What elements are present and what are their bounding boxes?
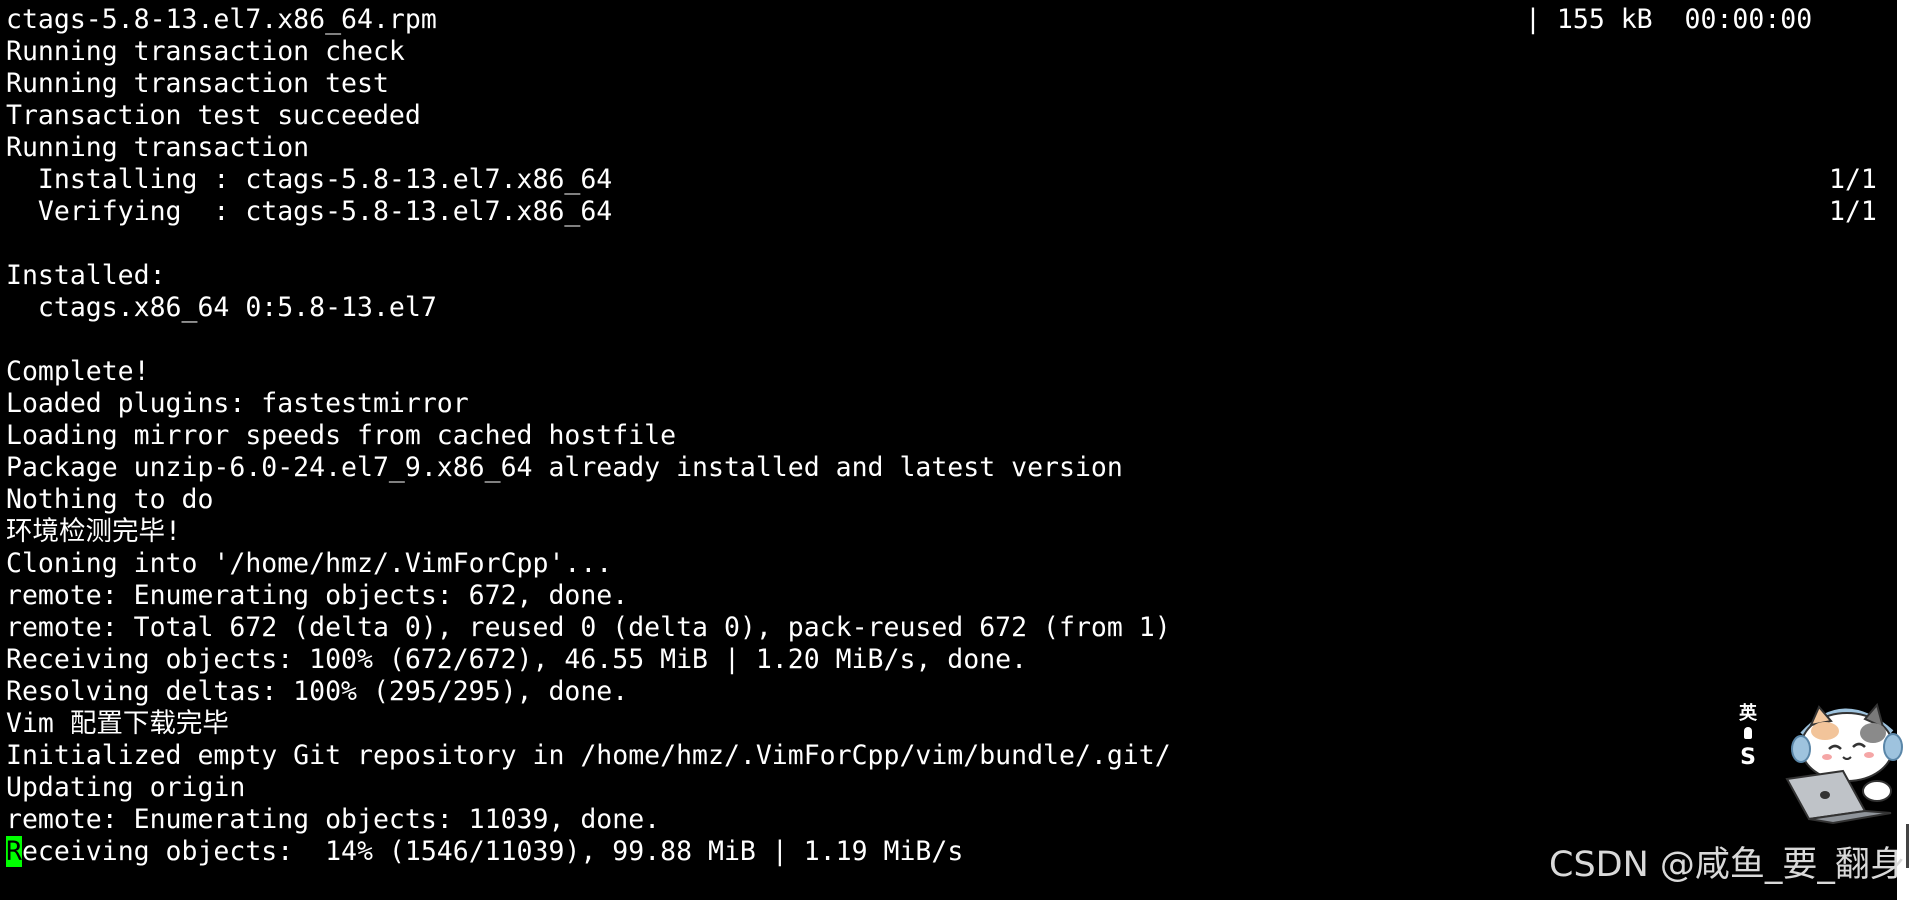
- terminal-line: remote: Enumerating objects: 672, done.: [6, 580, 629, 611]
- terminal-line: Vim 配置下载完毕: [6, 708, 229, 739]
- terminal-line: Complete!: [6, 356, 150, 387]
- terminal-line: Running transaction test: [6, 68, 389, 99]
- csdn-watermark: CSDN @咸鱼_要_翻身: [1549, 845, 1905, 885]
- terminal-line: Installing : ctags-5.8-13.el7.x86_64: [6, 164, 613, 195]
- terminal-current-line: Receiving objects: 14% (1546/11039), 99.…: [6, 836, 963, 868]
- terminal-line: Installed:: [6, 260, 166, 291]
- ime-mode-indicator[interactable]: S: [1733, 745, 1763, 771]
- terminal-line: Verifying : ctags-5.8-13.el7.x86_64: [6, 196, 613, 227]
- terminal-cursor: R: [6, 836, 22, 867]
- download-stats: | 155 kB 00:00:00: [1525, 4, 1813, 35]
- ime-language-indicator[interactable]: 英: [1733, 703, 1763, 725]
- terminal-window[interactable]: ctags-5.8-13.el7.x86_64.rpm | 155 kB 00:…: [0, 0, 1897, 900]
- receiving-progress-text: eceiving objects: 14% (1546/11039), 99.8…: [21, 836, 964, 867]
- terminal-line: Resolving deltas: 100% (295/295), done.: [6, 676, 629, 707]
- microphone-icon: [1744, 727, 1752, 739]
- terminal-line: 环境检测完毕!: [6, 516, 181, 547]
- terminal-line: Package unzip-6.0-24.el7_9.x86_64 alread…: [6, 452, 1123, 483]
- verifying-progress: 1/1: [1829, 196, 1877, 227]
- terminal-line: Initialized empty Git repository in /hom…: [6, 740, 1171, 771]
- terminal-line: remote: Total 672 (delta 0), reused 0 (d…: [6, 612, 1171, 643]
- terminal-line: Running transaction check: [6, 36, 405, 67]
- ime-status[interactable]: 英 S: [1733, 703, 1763, 771]
- terminal-line: Nothing to do: [6, 484, 214, 515]
- terminal-line: Updating origin: [6, 772, 246, 803]
- ime-toolbar[interactable]: 英 S: [1733, 695, 1911, 835]
- terminal-line: remote: Enumerating objects: 11039, done…: [6, 804, 661, 835]
- terminal-line: Transaction test succeeded: [6, 100, 421, 131]
- cat-with-laptop-icon: [1785, 702, 1903, 825]
- terminal-line: Running transaction: [6, 132, 310, 163]
- terminal-line: Loading mirror speeds from cached hostfi…: [6, 420, 677, 451]
- installing-progress: 1/1: [1829, 164, 1877, 195]
- terminal-line: Cloning into '/home/hmz/.VimForCpp'...: [6, 548, 613, 579]
- terminal-line: ctags-5.8-13.el7.x86_64.rpm: [6, 4, 437, 35]
- terminal-line: Receiving objects: 100% (672/672), 46.55…: [6, 644, 1028, 675]
- terminal-line: ctags.x86_64 0:5.8-13.el7: [6, 292, 437, 323]
- terminal-line: Loaded plugins: fastestmirror: [6, 388, 469, 419]
